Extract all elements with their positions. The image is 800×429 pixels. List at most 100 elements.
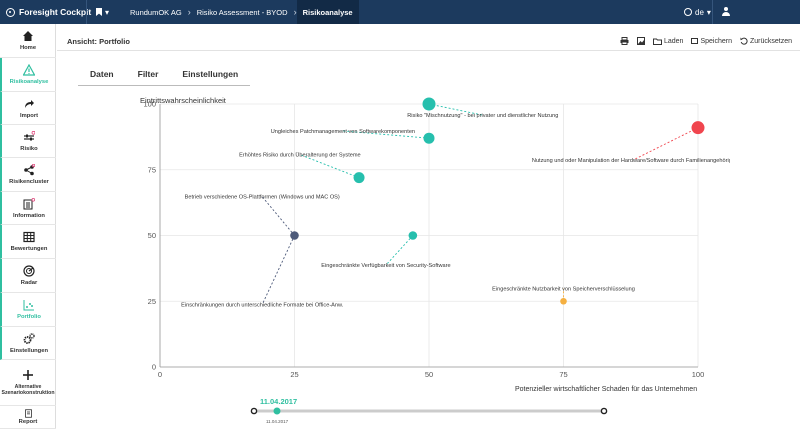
sidebar-item-radar[interactable]: Radar (0, 259, 56, 293)
bookmark-menu-button[interactable]: ▾ (96, 0, 109, 24)
language-value: de (695, 7, 704, 17)
sidebar-item-einstellungen[interactable]: Einstellungen (0, 327, 56, 360)
y-tick-label: 25 (148, 297, 156, 306)
warning-icon (23, 64, 35, 76)
risk-point (422, 97, 436, 111)
risk-point (691, 121, 705, 135)
x-tick-label: 25 (290, 370, 298, 379)
view-header: Ansicht: Portfolio Laden Speichern Zurüc… (57, 33, 800, 51)
risk-point (290, 231, 299, 240)
axis-ticks: 0 25 50 75 1000255075100 (143, 100, 704, 380)
sidebar-item-label: Information (13, 212, 45, 219)
leader-line (261, 235, 295, 305)
sidebar-item-bewertungen[interactable]: Bewertungen (0, 225, 56, 259)
folder-icon (652, 38, 662, 45)
sidebar-item-information[interactable]: Information (0, 192, 56, 225)
x-tick-label: 50 (425, 370, 433, 379)
portfolio-scatter-chart: Risiko "Mischnutzung" - bei privater und… (140, 96, 730, 393)
tab-filter[interactable]: Filter (126, 66, 171, 85)
language-selector[interactable]: de ▾ (684, 0, 711, 24)
risk-label: Nutzung und oder Manipulation der Hardwa… (532, 158, 730, 164)
risk-label: Betrieb verschiedene OS-Plattformen (Win… (185, 195, 340, 201)
header-actions: Laden Speichern Zurücksetzen (620, 37, 792, 45)
brand-logo[interactable]: Foresight Cockpit (6, 0, 91, 24)
home-icon (23, 31, 33, 41)
reset-button[interactable]: Zurücksetzen (740, 37, 792, 45)
breadcrumb-assessment[interactable]: Risiko Assessment - BYOD (191, 0, 294, 24)
foresight-logo-icon (6, 7, 15, 17)
report-icon (24, 409, 32, 418)
sidebar-item-label: Home (19, 45, 37, 51)
y-axis-label: Eintrittswahrscheinlichkeit (140, 96, 227, 105)
sidebar: Home Risikoanalyse Import Risiko Risiken… (0, 24, 56, 429)
globe-icon (684, 8, 692, 16)
sidebar-item-risiko[interactable]: Risiko (0, 125, 56, 158)
scatter-icon (23, 300, 34, 311)
risk-point (353, 172, 365, 184)
load-button[interactable]: Laden (652, 37, 684, 45)
breadcrumb-company[interactable]: RundumOK AG (124, 0, 188, 24)
floppy-disk-icon (691, 38, 699, 44)
tab-einstellungen[interactable]: Einstellungen (170, 66, 250, 85)
x-tick-label: 0 (158, 370, 162, 379)
sidebar-item-label: Alternative Szenariokonstruktion (1, 383, 55, 396)
sidebar-item-portfolio[interactable]: Portfolio (0, 293, 56, 327)
risk-labels: Risiko "Mischnutzung" - bei privater und… (181, 113, 730, 308)
save-button[interactable]: Speichern (691, 38, 732, 45)
x-tick-label: 75 (559, 370, 567, 379)
image-export-icon[interactable] (636, 37, 645, 45)
timeline-slider[interactable]: 11.04.2017 11.04.2017 (250, 396, 610, 426)
reset-label: Zurücksetzen (749, 37, 792, 45)
sidebar-item-risikoanalyse[interactable]: Risikoanalyse (0, 58, 56, 92)
radar-icon (23, 265, 35, 277)
risk-label: Eingeschränkte Verfügbarkeit von Securit… (321, 263, 450, 269)
timeline-start-handle[interactable] (250, 407, 258, 415)
topbar-divider (712, 0, 713, 24)
sidebar-item-risikencluster[interactable]: Risikencluster (0, 158, 56, 192)
risk-label: Eingeschränkte Nutzbarkeit von Speicherv… (492, 287, 635, 293)
timeline-end-handle[interactable] (600, 407, 608, 415)
brand-title: Foresight Cockpit (19, 7, 92, 17)
sidebar-item-label: Radar (20, 280, 38, 286)
sidebar-item-label: Portfolio (17, 314, 41, 320)
topbar-divider (86, 0, 87, 24)
breadcrumb-current[interactable]: Risikoanalyse (296, 0, 359, 24)
sidebar-item-alternative-szenariokonstruktion[interactable]: Alternative Szenariokonstruktion (0, 360, 56, 406)
tab-daten[interactable]: Daten (78, 66, 126, 85)
y-tick-label: 75 (148, 165, 156, 174)
y-tick-label: 0 (152, 363, 156, 372)
plus-icon (23, 369, 33, 380)
cluster-icon (24, 164, 35, 176)
risk-label: Einschränkungen durch unterschiedliche F… (181, 303, 344, 309)
risk-point (560, 297, 567, 305)
y-tick-label: 50 (148, 231, 156, 240)
table-grid-icon (23, 231, 35, 243)
x-axis-label: Potenzieller wirtschaftlicher Schaden fü… (515, 386, 697, 393)
sidebar-item-home[interactable]: Home (0, 24, 56, 58)
bookmark-icon (96, 8, 102, 16)
risk-sliders-icon (24, 130, 35, 140)
sidebar-item-label: Bewertungen (10, 246, 48, 252)
chevron-down-icon: ▾ (105, 7, 110, 17)
risk-label: Erhöhtes Risiko durch Überalterung der S… (239, 152, 361, 159)
breadcrumb: RundumOK AG › Risiko Assessment - BYOD ›… (124, 0, 359, 24)
load-label: Laden (663, 37, 684, 45)
sidebar-item-report[interactable]: Report (0, 406, 56, 429)
sidebar-item-label: Risikencluster (9, 179, 49, 185)
sidebar-item-import[interactable]: Import (0, 92, 56, 125)
sidebar-item-label: Risikoanalyse (9, 79, 49, 85)
undo-icon (740, 37, 748, 45)
timeline-current-date: 11.04.2017 (260, 397, 297, 406)
import-arrow-icon (25, 99, 34, 108)
risk-point (408, 231, 418, 240)
top-bar: Foresight Cockpit ▾ RundumOK AG › Risiko… (0, 0, 800, 24)
leader-line (633, 127, 699, 161)
view-tabs: Daten Filter Einstellungen (78, 66, 250, 86)
print-icon[interactable] (620, 37, 629, 45)
user-icon[interactable] (722, 7, 730, 16)
information-list-icon (23, 197, 35, 209)
sidebar-item-label: Import (19, 112, 39, 119)
timeline-current-handle[interactable] (273, 407, 281, 415)
chevron-down-icon: ▾ (706, 7, 711, 17)
risk-label: Ungleiches Patchmanagement von Softwarek… (271, 129, 415, 135)
